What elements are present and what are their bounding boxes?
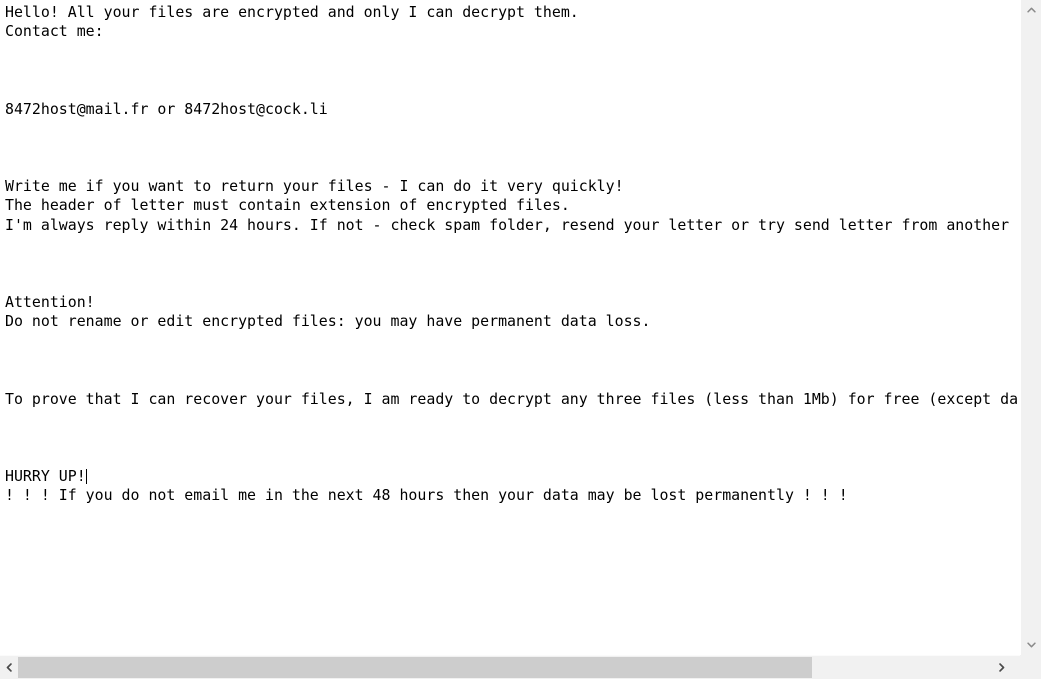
text-content-pane[interactable]: Hello! All your files are encrypted and … [0,0,1020,655]
text-line [5,274,1020,293]
text-line [5,138,1020,157]
scroll-down-button[interactable] [1021,634,1041,655]
vertical-scrollbar[interactable] [1020,0,1041,679]
text-line [5,42,1020,61]
text-line [5,119,1020,138]
text-viewer-window: Hello! All your files are encrypted and … [0,0,1041,679]
text-line: Hello! All your files are encrypted and … [5,3,579,21]
ransom-note-text[interactable]: Hello! All your files are encrypted and … [5,3,1020,506]
text-line: The header of letter must contain extens… [5,196,570,215]
text-line: Attention! [5,292,95,311]
text-line: I'm always reply within 24 hours. If not… [5,215,1010,234]
text-line: Do not rename or edit encrypted files: y… [5,312,651,331]
text-line [5,370,1020,389]
text-line: Contact me: [5,22,104,41]
text-line [5,409,1020,428]
vertical-scrollbar-track[interactable] [1021,21,1041,634]
text-line [5,158,1020,177]
text-line [5,332,1020,351]
chevron-left-icon [5,663,14,672]
scroll-right-button[interactable] [992,656,1010,679]
text-line: Write me if you want to return your file… [5,176,624,195]
text-line: ! ! ! If you do not email me in the next… [5,486,848,505]
horizontal-scrollbar[interactable] [0,655,1020,679]
chevron-right-icon [997,663,1006,672]
chevron-up-icon [1027,6,1036,15]
text-caret [85,468,87,484]
text-line [5,61,1020,80]
text-line [5,448,1020,467]
text-line [5,428,1020,447]
scrollbar-corner [1020,655,1041,679]
text-line: 8472host@mail.fr or 8472host@cock.li [5,99,328,118]
text-line [5,254,1020,273]
text-line [5,351,1020,370]
scroll-up-button[interactable] [1021,0,1041,21]
text-line: To prove that I can recover your files, … [5,389,1019,408]
chevron-down-icon [1027,640,1036,649]
scroll-left-button[interactable] [0,656,18,679]
text-line: HURRY UP! [5,466,87,485]
horizontal-scrollbar-thumb[interactable] [18,657,812,678]
text-line [5,80,1020,99]
text-line [5,235,1020,254]
